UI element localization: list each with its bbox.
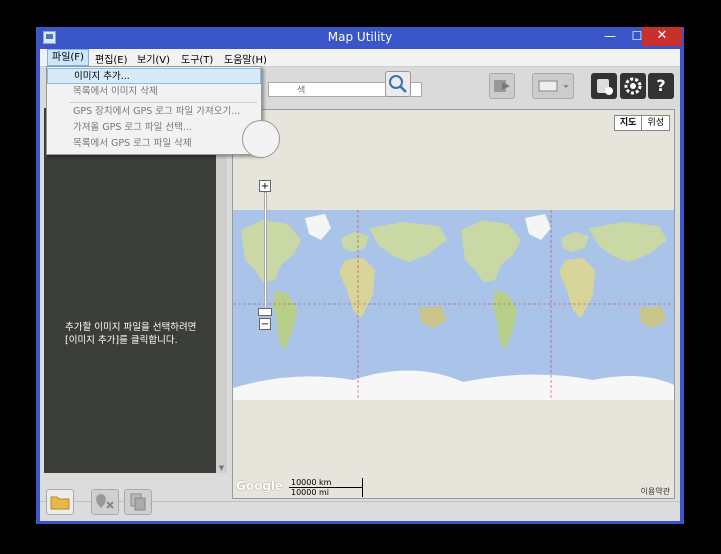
world-map-graphic (233, 210, 674, 400)
list-scrollbar[interactable]: ▼ (216, 108, 227, 473)
gps-device-icon (597, 79, 613, 95)
scale-km: 10000 km (289, 478, 363, 488)
zoom-handle[interactable] (258, 308, 272, 316)
scale-mi: 10000 mi (289, 488, 363, 497)
settings-button[interactable] (620, 73, 646, 99)
map-view[interactable]: 지도 위성 + − Google 10000 km 10000 mi 이용약관 (232, 109, 675, 499)
menu-help[interactable]: 도움말(H) (220, 51, 271, 66)
copy-button[interactable] (124, 489, 152, 515)
search-button[interactable] (385, 71, 411, 97)
file-menu-dropdown: 이미지 추가... 목록에서 이미지 삭제 GPS 장치에서 GPS 로그 파일… (46, 66, 262, 155)
menu-file[interactable]: 파일(F) (47, 49, 89, 66)
map-type-toggle: 지도 위성 (613, 115, 670, 131)
terms-link[interactable]: 이용약관 (641, 486, 670, 497)
zoom-out-button[interactable]: − (259, 318, 271, 330)
menu-item-remove-image[interactable]: 목록에서 이미지 삭제 (47, 84, 261, 100)
copy-icon (130, 493, 146, 511)
gps-device-button[interactable] (591, 73, 617, 99)
menu-view[interactable]: 보기(V) (133, 51, 174, 66)
menu-item-import-gps-log[interactable]: GPS 장치에서 GPS 로그 파일 가져오기... (47, 104, 261, 120)
menu-item-add-image[interactable]: 이미지 추가... (47, 68, 261, 84)
remove-location-icon (96, 494, 114, 509)
add-folder-button[interactable] (46, 489, 74, 515)
menu-tools[interactable]: 도구(T) (177, 51, 217, 66)
help-icon: ? (656, 76, 666, 95)
scroll-down-arrow[interactable]: ▼ (216, 463, 227, 473)
display-icon (538, 80, 569, 92)
zoom-track[interactable] (264, 192, 267, 316)
map-type-satellite[interactable]: 위성 (642, 116, 669, 130)
title-bar: Map Utility — ☐ ✕ (36, 27, 684, 49)
close-button[interactable]: ✕ (642, 27, 682, 46)
menu-bar: 파일(F) 편집(E) 보기(V) 도구(T) 도움말(H) (40, 49, 680, 67)
remove-location-button[interactable] (91, 489, 119, 515)
help-button[interactable]: ? (648, 73, 674, 99)
map-scale: 10000 km 10000 mi (289, 478, 363, 498)
pan-control[interactable] (242, 120, 280, 158)
export-button[interactable] (489, 73, 515, 99)
gear-icon (624, 77, 642, 95)
minimize-button[interactable]: — (596, 27, 624, 46)
world-map (233, 210, 674, 400)
menu-edit[interactable]: 편집(E) (91, 51, 132, 66)
map-type-map[interactable]: 지도 (615, 116, 643, 130)
image-list-pane: 추가할 이미지 파일을 선택하려면 [이미지 추가]를 클릭합니다. (44, 108, 216, 473)
folder-icon (50, 496, 70, 510)
menu-separator (69, 102, 257, 103)
add-image-hint: 추가할 이미지 파일을 선택하려면 [이미지 추가]를 클릭합니다. (65, 322, 197, 346)
google-logo: Google (236, 479, 284, 493)
magnifier-icon (389, 75, 407, 93)
window-title: Map Utility (327, 30, 393, 44)
export-icon (494, 80, 510, 92)
display-button[interactable] (532, 73, 574, 99)
menu-item-select-gps-log[interactable]: 가져올 GPS 로그 파일 선택... (47, 120, 261, 136)
zoom-in-button[interactable]: + (259, 180, 271, 192)
menu-item-remove-gps-log[interactable]: 목록에서 GPS 로그 파일 삭제 (47, 136, 261, 152)
